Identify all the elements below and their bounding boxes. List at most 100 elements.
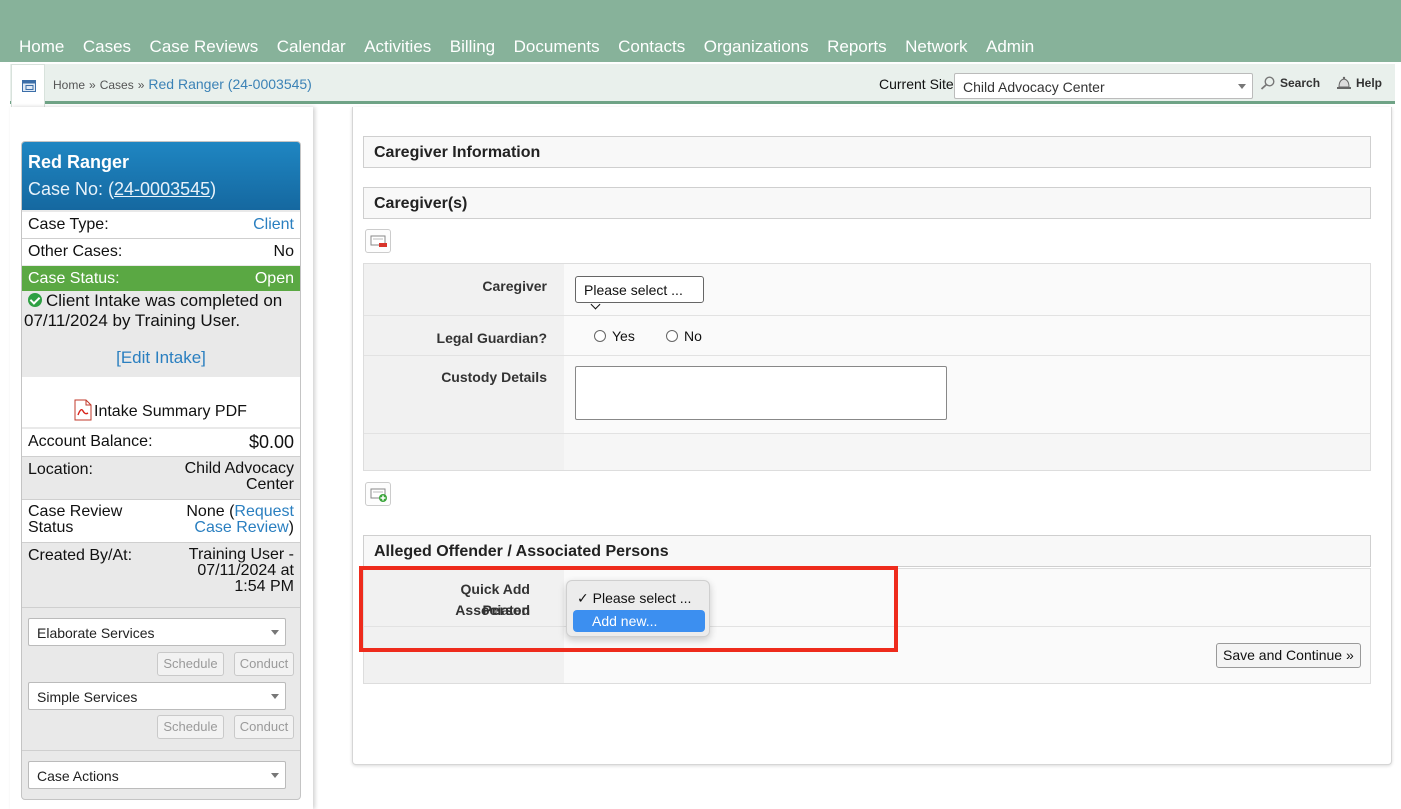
- breadcrumb-current-case[interactable]: Red Ranger (24-0003545): [148, 76, 311, 92]
- caregiver-label-cell: Caregiver: [364, 264, 564, 315]
- nav-case-reviews[interactable]: Case Reviews: [150, 37, 259, 57]
- nav-admin[interactable]: Admin: [986, 37, 1034, 57]
- nav-network[interactable]: Network: [905, 37, 967, 57]
- legal-guardian-row: Legal Guardian? Yes No: [364, 315, 1370, 355]
- elaborate-conduct-button[interactable]: Conduct: [234, 652, 294, 676]
- caregiver-empty-row: [364, 433, 1370, 470]
- case-actions-select[interactable]: Case Actions: [28, 761, 286, 789]
- sidebar-toggle-button[interactable]: [11, 64, 45, 110]
- caregiver-select-value: Please select ...: [584, 282, 683, 298]
- remove-caregiver-button[interactable]: [365, 229, 391, 253]
- caregivers-header: Caregiver(s): [363, 187, 1371, 219]
- current-site-label: Current Site: [879, 76, 954, 92]
- add-row-icon: [370, 488, 387, 502]
- custody-details-label: Custody Details: [441, 369, 547, 385]
- case-status-row: Case Status: Open: [22, 266, 300, 291]
- main-nav: Home Cases Case Reviews Calendar Activit…: [19, 37, 1053, 57]
- pdf-icon: [74, 399, 92, 421]
- add-caregiver-button[interactable]: [365, 482, 391, 506]
- request-case-review-link[interactable]: Request: [234, 503, 294, 520]
- location-value-line1: Child Advocacy: [184, 460, 294, 477]
- request-case-review-link-cont[interactable]: Case Review: [194, 519, 288, 536]
- account-balance-value: $0.00: [248, 432, 294, 452]
- search-label: Search: [1280, 76, 1321, 90]
- created-by: Training User -: [188, 546, 294, 563]
- breadcrumb-separator: »: [89, 78, 96, 92]
- nav-organizations[interactable]: Organizations: [704, 37, 809, 57]
- elaborate-schedule-button[interactable]: Schedule: [157, 652, 224, 676]
- breadcrumb-bar: Home» Cases» Red Ranger (24-0003545) Curre…: [10, 64, 1395, 110]
- legal-guardian-field-cell: Yes No: [564, 316, 1370, 355]
- custody-details-textarea[interactable]: [575, 366, 947, 420]
- current-site-value: Child Advocacy Center: [963, 79, 1105, 95]
- legal-guardian-label: Legal Guardian?: [436, 330, 547, 346]
- elaborate-services-select[interactable]: Elaborate Services: [28, 618, 286, 646]
- caregiver-form: Caregiver Please select ... Legal Guardi…: [363, 263, 1371, 471]
- simple-services-select[interactable]: Simple Services: [28, 682, 286, 710]
- custody-details-label-cell: Custody Details: [364, 356, 564, 433]
- caregiver-label: Caregiver: [482, 278, 547, 294]
- case-review-none: None (: [186, 503, 235, 520]
- search-icon: [1260, 76, 1275, 90]
- chevron-down-icon: [271, 773, 279, 778]
- breadcrumb-home[interactable]: Home: [53, 78, 85, 92]
- nav-activities[interactable]: Activities: [364, 37, 431, 57]
- breadcrumb-cases[interactable]: Cases: [100, 78, 134, 92]
- chevron-down-icon: [1238, 84, 1246, 89]
- top-nav-bar: Home Cases Case Reviews Calendar Activit…: [0, 0, 1401, 62]
- created-value: Training User -07/11/2024 at 1:54 PM: [189, 547, 294, 595]
- case-summary-card: Red Ranger Case No: (24-0003545) Case Ty…: [21, 141, 301, 800]
- case-type-row: Case Type: Client: [22, 212, 300, 238]
- nav-documents[interactable]: Documents: [514, 37, 600, 57]
- location-label: Location:: [28, 461, 93, 478]
- radio-circle-icon: [666, 330, 678, 342]
- case-review-status-label: Case Review Status: [28, 504, 122, 536]
- case-review-status-row: Case Review Status None (Request Case Revi…: [22, 500, 300, 542]
- caregiver-field-cell: Please select ...: [564, 264, 1370, 315]
- breadcrumb-separator: »: [137, 78, 145, 92]
- case-review-status-value: None (Request Case Review): [186, 504, 294, 536]
- caregiver-select[interactable]: Please select ...: [575, 276, 704, 310]
- current-site-select[interactable]: Child Advocacy Center: [954, 73, 1253, 99]
- case-type-link[interactable]: Client: [253, 216, 294, 234]
- other-cases-value: No: [273, 243, 294, 260]
- elaborate-services-value: Elaborate Services: [37, 625, 155, 641]
- divider: [22, 607, 300, 608]
- radio-no-label: No: [684, 328, 702, 344]
- nav-billing[interactable]: Billing: [450, 37, 495, 57]
- help-link[interactable]: Help: [1336, 76, 1382, 90]
- case-client-name: Red Ranger: [28, 152, 130, 172]
- search-link[interactable]: Search: [1260, 76, 1320, 90]
- empty-label-cell: [364, 434, 564, 470]
- chevron-down-icon: [271, 630, 279, 635]
- location-value-line2: Center: [245, 476, 294, 493]
- simple-conduct-button[interactable]: Conduct: [234, 715, 294, 739]
- case-number: Case No: (24-0003545): [28, 179, 294, 200]
- chevron-down-icon: [590, 299, 601, 310]
- case-review-label-line2: Status: [28, 519, 74, 536]
- legal-guardian-no-radio[interactable]: No: [666, 328, 702, 344]
- case-number-link[interactable]: 24-0003545: [114, 179, 210, 199]
- nav-contacts[interactable]: Contacts: [618, 37, 685, 57]
- account-balance-row: Account Balance: $0.00: [22, 429, 300, 456]
- legal-guardian-yes-radio[interactable]: Yes: [594, 328, 635, 344]
- created-date: 07/11/2024 at: [197, 562, 294, 579]
- nav-calendar[interactable]: Calendar: [277, 37, 346, 57]
- case-header: Red Ranger Case No: (24-0003545): [22, 142, 300, 210]
- intake-summary-pdf-label: Intake Summary PDF: [94, 403, 247, 420]
- nav-reports[interactable]: Reports: [827, 37, 887, 57]
- case-status-badge: Open: [254, 270, 294, 287]
- intake-summary-pdf-link[interactable]: Intake Summary PDF: [72, 399, 247, 421]
- intake-note-text: Client Intake was completed on 07/11/202…: [24, 291, 283, 330]
- created-time: 1:54 PM: [234, 578, 294, 595]
- nav-home[interactable]: Home: [19, 37, 64, 57]
- alleged-offender-header: Alleged Offender / Associated Persons: [363, 535, 1371, 567]
- save-and-continue-button[interactable]: Save and Continue »: [1216, 643, 1361, 668]
- divider: [22, 750, 300, 751]
- simple-schedule-button[interactable]: Schedule: [157, 715, 224, 739]
- case-number-prefix: Case No: (: [28, 179, 115, 199]
- nav-cases[interactable]: Cases: [83, 37, 131, 57]
- other-cases-row: Other Cases: No: [22, 239, 300, 265]
- edit-intake-link[interactable]: [Edit Intake]: [22, 348, 300, 368]
- radio-yes-label: Yes: [612, 328, 635, 344]
